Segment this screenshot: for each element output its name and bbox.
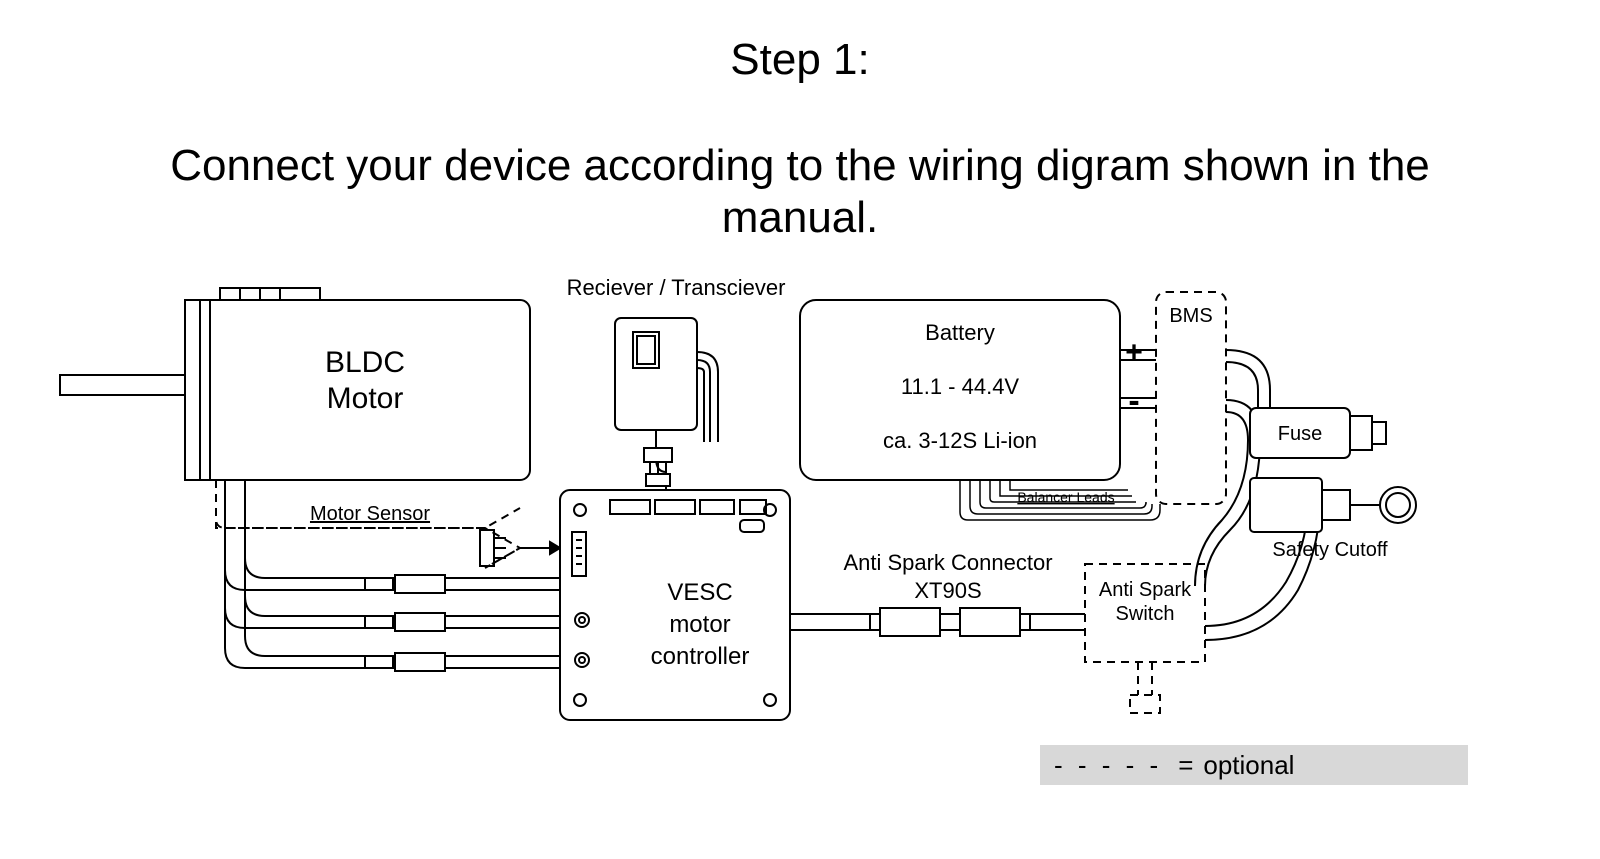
battery-minus: -	[1128, 382, 1139, 420]
battery-cells: ca. 3-12S Li-ion	[883, 428, 1037, 453]
fuse-label: Fuse	[1278, 423, 1322, 445]
legend-eq: =	[1178, 750, 1193, 781]
diagram-canvas: BLDC Motor Motor Sensor Reciever / Trans…	[0, 0, 1600, 859]
switch-label-2: Switch	[1116, 603, 1175, 625]
motor-label-2: Motor	[327, 382, 404, 415]
wiring-diagram-page: Step 1: Connect your device according to…	[0, 0, 1600, 859]
receiver-label: Reciever / Transciever	[567, 275, 786, 300]
vesc-label-2: motor	[669, 611, 730, 638]
xt90s-label-1: Anti Spark Connector	[843, 550, 1052, 575]
vesc-label-3: controller	[651, 643, 750, 670]
xt90s-label-2: XT90S	[914, 578, 981, 603]
motor-sensor-label: Motor Sensor	[310, 503, 430, 525]
receiver	[615, 318, 718, 490]
safety-cutoff-label: Safety Cutoff	[1272, 539, 1388, 561]
battery-voltage: 11.1 - 44.4V	[901, 374, 1020, 399]
legend-optional: - - - - - = optional	[1040, 745, 1468, 785]
bms-label: BMS	[1169, 305, 1212, 327]
switch-label-1: Anti Spark	[1099, 579, 1192, 601]
vesc-label-1: VESC	[667, 579, 732, 606]
motor-label-1: BLDC	[325, 346, 405, 379]
bldc-motor	[60, 288, 530, 480]
legend-label: optional	[1203, 750, 1294, 781]
balancer-label: Balancer Leads	[1017, 489, 1114, 505]
sensor-arrow	[520, 542, 560, 554]
battery-plus: +	[1125, 336, 1143, 369]
safety-cutoff	[1250, 478, 1416, 532]
legend-dashes: - - - - -	[1054, 750, 1162, 781]
battery-title: Battery	[925, 320, 995, 345]
